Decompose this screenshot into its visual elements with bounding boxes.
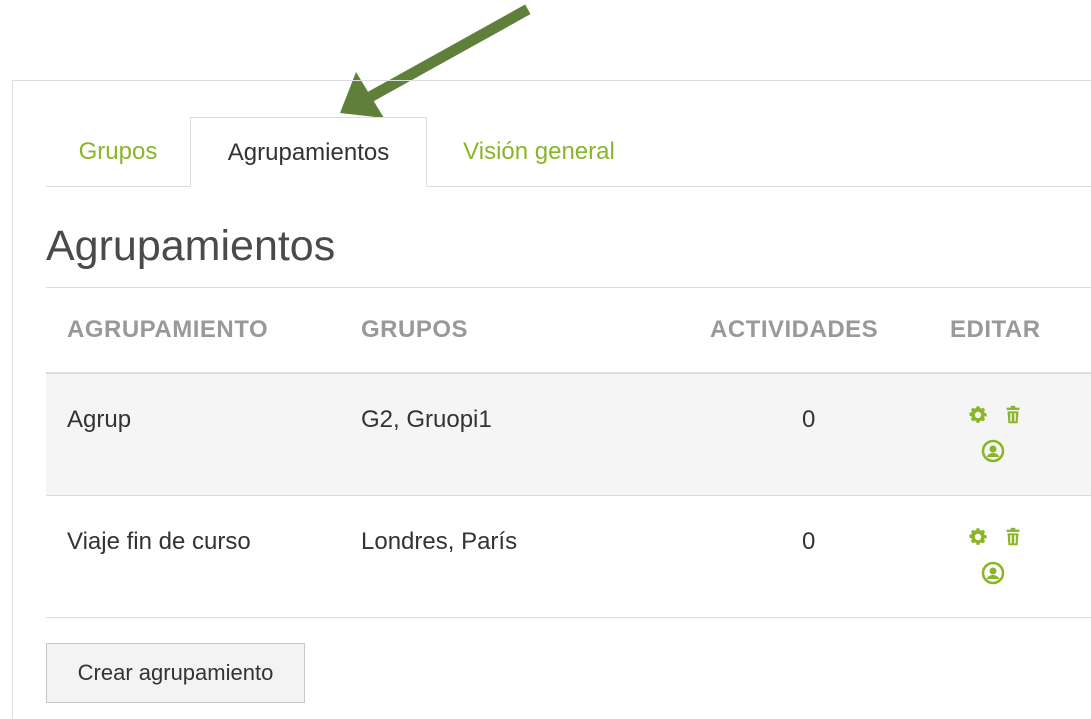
table-header: AGRUPAMIENTO GRUPOS ACTIVIDADES EDITAR [46, 288, 1091, 374]
row-grupos: G2, Gruopi1 [361, 406, 492, 433]
user-icon[interactable] [981, 439, 1005, 463]
tab-agrupamientos-label: Agrupamientos [227, 139, 390, 166]
table-row: Agrup G2, Gruopi1 0 [46, 374, 1091, 496]
row-edit-icons [967, 526, 1027, 590]
groupings-panel: Grupos Agrupamientos Visión general Agru… [12, 80, 1091, 719]
trash-icon[interactable] [1002, 526, 1024, 548]
user-icon[interactable] [981, 561, 1005, 585]
row-actividades: 0 [802, 528, 816, 555]
page-title: Agrupamientos [46, 222, 336, 270]
tab-bar: Grupos Agrupamientos Visión general [46, 117, 1091, 187]
create-grouping-button[interactable]: Crear agrupamiento [46, 643, 305, 703]
row-edit-icons [967, 404, 1027, 468]
gear-icon[interactable] [967, 404, 989, 426]
tab-grupos[interactable]: Grupos [46, 117, 190, 186]
tab-vision-general[interactable]: Visión general [427, 117, 651, 186]
row-grupos: Londres, París [361, 528, 518, 555]
header-grupos: GRUPOS [361, 316, 469, 343]
table-row: Viaje fin de curso Londres, París 0 [46, 496, 1091, 618]
tab-vision-general-label: Visión general [463, 138, 615, 165]
tab-agrupamientos[interactable]: Agrupamientos [190, 117, 427, 187]
header-editar: EDITAR [950, 316, 1041, 343]
tab-grupos-label: Grupos [78, 138, 158, 165]
gear-icon[interactable] [967, 526, 989, 548]
trash-icon[interactable] [1002, 404, 1024, 426]
header-actividades: ACTIVIDADES [710, 316, 879, 343]
row-agrupamiento: Viaje fin de curso [67, 528, 251, 555]
header-agrupamiento: AGRUPAMIENTO [67, 316, 269, 343]
groupings-table: AGRUPAMIENTO GRUPOS ACTIVIDADES EDITAR A… [46, 287, 1091, 618]
row-agrupamiento: Agrup [67, 406, 132, 433]
row-actividades: 0 [802, 406, 816, 433]
